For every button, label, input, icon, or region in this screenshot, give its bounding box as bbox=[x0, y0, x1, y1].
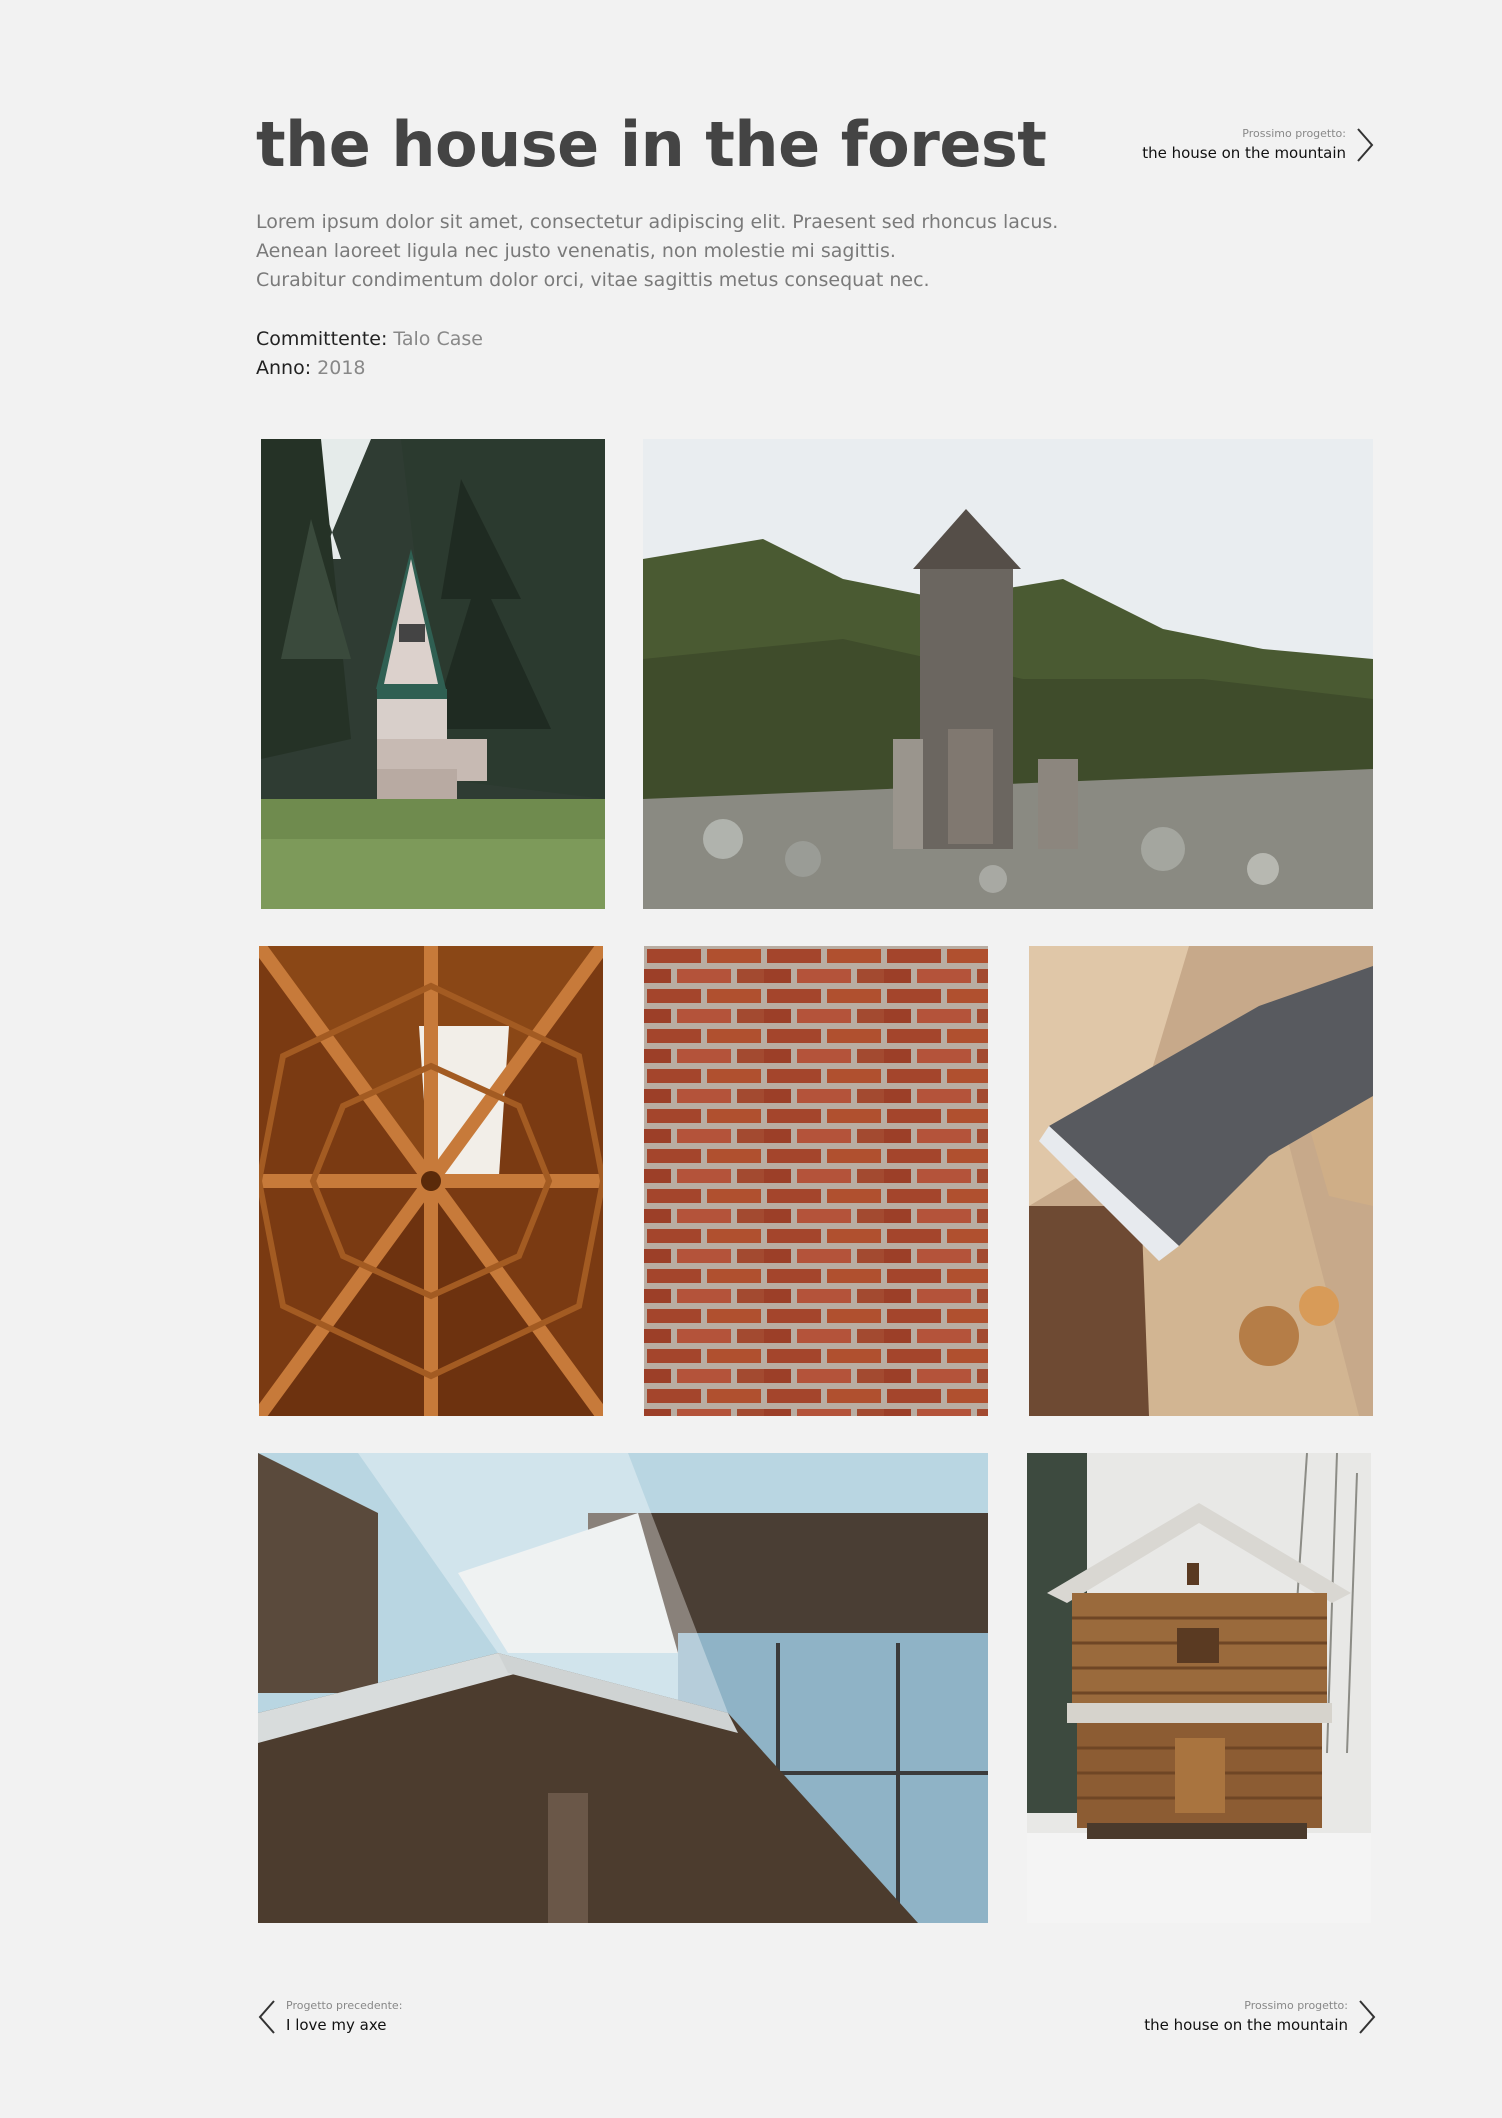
description-line: Aenean laoreet ligula nec justo venenati… bbox=[256, 240, 896, 262]
chevron-right-icon bbox=[1358, 1999, 1376, 2035]
gallery-image[interactable] bbox=[643, 439, 1373, 909]
gallery-image[interactable] bbox=[1029, 946, 1373, 1416]
gallery-image[interactable] bbox=[644, 946, 988, 1416]
chevron-right-icon bbox=[1356, 127, 1374, 163]
client-row: Committente: Talo Case bbox=[256, 325, 483, 354]
client-label: Committente: bbox=[256, 328, 388, 350]
gallery-image[interactable] bbox=[1027, 1453, 1371, 1923]
mountain-hut-photo bbox=[643, 439, 1373, 909]
brick-wall-photo bbox=[644, 946, 988, 1416]
previous-project-link[interactable]: Progetto precedente: I love my axe bbox=[258, 1998, 402, 2036]
next-project-title: the house on the mountain bbox=[1144, 2016, 1348, 2034]
next-project-caption: Prossimo progetto: bbox=[1242, 127, 1346, 140]
next-project-title: the house on the mountain bbox=[1142, 144, 1346, 162]
description-line: Curabitur condimentum dolor orci, vitae … bbox=[256, 269, 930, 291]
modern-house-photo bbox=[258, 1453, 988, 1923]
project-description: Lorem ipsum dolor sit amet, consectetur … bbox=[256, 208, 1076, 295]
log-cabin-photo bbox=[1027, 1453, 1371, 1923]
axe-photo bbox=[1029, 946, 1373, 1416]
a-frame-cabin-photo bbox=[261, 439, 605, 909]
chevron-left-icon bbox=[258, 1999, 276, 2035]
next-project-link-bottom[interactable]: Prossimo progetto: the house on the moun… bbox=[1144, 1998, 1376, 2036]
gallery-image[interactable] bbox=[258, 1453, 988, 1923]
year-row: Anno: 2018 bbox=[256, 354, 483, 383]
project-meta: Committente: Talo Case Anno: 2018 bbox=[256, 325, 483, 383]
year-value: 2018 bbox=[317, 357, 366, 379]
year-label: Anno: bbox=[256, 357, 312, 379]
previous-project-caption: Progetto precedente: bbox=[286, 1999, 403, 2012]
description-line: Lorem ipsum dolor sit amet, consectetur … bbox=[256, 211, 1059, 233]
gallery-image[interactable] bbox=[259, 946, 603, 1416]
next-project-link[interactable]: Prossimo progetto: the house on the moun… bbox=[1142, 126, 1374, 164]
previous-project-title: I love my axe bbox=[286, 2016, 387, 2034]
next-project-caption: Prossimo progetto: bbox=[1244, 1999, 1348, 2012]
client-value: Talo Case bbox=[393, 328, 483, 350]
gallery-image[interactable] bbox=[261, 439, 605, 909]
page-title: the house in the forest bbox=[256, 108, 1047, 181]
roof-beams-photo bbox=[259, 946, 603, 1416]
